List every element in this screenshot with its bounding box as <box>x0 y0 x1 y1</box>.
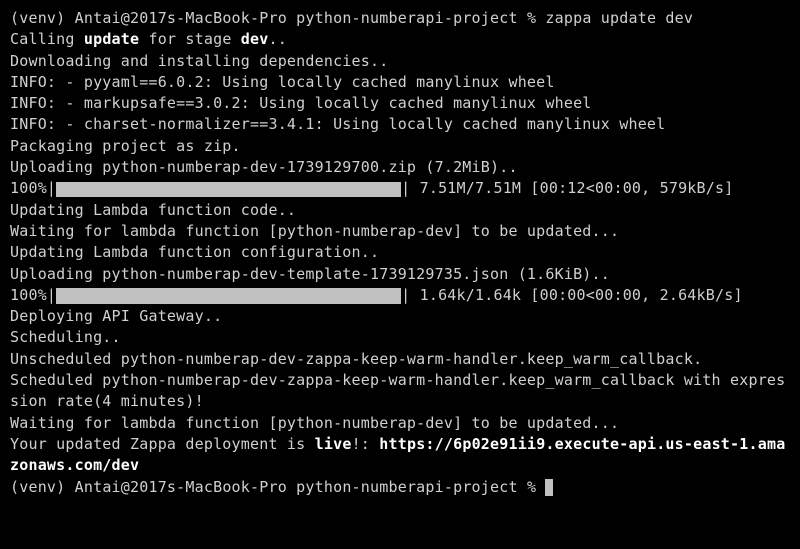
prompt-line-2[interactable]: (venv) Antai@2017s-MacBook-Pro python-nu… <box>10 477 790 498</box>
waiting-lambda-2: Waiting for lambda function [python-numb… <box>10 413 790 434</box>
progress2-stats: | 1.64k/1.64k [00:00<00:00, 2.64kB/s] <box>401 286 743 304</box>
info-pyyaml: INFO: - pyyaml==6.0.2: Using locally cac… <box>10 72 790 93</box>
calling-update: update <box>84 30 139 48</box>
deploying-line: Deploying API Gateway.. <box>10 306 790 327</box>
progress2-pct: 100%| <box>10 286 56 304</box>
prompt-sep: % <box>527 9 536 27</box>
progress1-bar <box>56 182 401 198</box>
info-charset-normalizer: INFO: - charset-normalizer==3.4.1: Using… <box>10 114 790 135</box>
progress1-pct: 100%| <box>10 179 56 197</box>
calling-stage: dev <box>241 30 269 48</box>
final-prefix: Your updated Zappa deployment is <box>10 435 315 453</box>
final-exclaim: !: <box>352 435 380 453</box>
cursor <box>545 479 553 496</box>
cwd: python-numberapi-project <box>296 9 518 27</box>
progress-bar-1: 100%| | 7.51M/7.51M [00:12<00:00, 579kB/s… <box>10 178 790 199</box>
waiting-lambda-1: Waiting for lambda function [python-numb… <box>10 221 790 242</box>
command-text: zappa update dev <box>545 9 693 27</box>
calling-suffix: .. <box>269 30 287 48</box>
final-line: Your updated Zappa deployment is live!: … <box>10 434 790 477</box>
venv-indicator: (venv) <box>10 478 65 496</box>
prompt-line-1[interactable]: (venv) Antai@2017s-MacBook-Pro python-nu… <box>10 8 790 29</box>
updating-lambda-conf: Updating Lambda function configuration.. <box>10 242 790 263</box>
scheduled-line: Scheduled python-numberap-dev-zappa-keep… <box>10 370 790 413</box>
calling-prefix: Calling <box>10 30 84 48</box>
info-markupsafe: INFO: - markupsafe==3.0.2: Using locally… <box>10 93 790 114</box>
final-live: live <box>315 435 352 453</box>
progress2-bar <box>56 288 401 304</box>
downloading-line: Downloading and installing dependencies.… <box>10 51 790 72</box>
packaging-line: Packaging project as zip. <box>10 136 790 157</box>
cwd: python-numberapi-project <box>296 478 518 496</box>
venv-indicator: (venv) <box>10 9 65 27</box>
unscheduled-line: Unscheduled python-numberap-dev-zappa-ke… <box>10 349 790 370</box>
user-host: Antai@2017s-MacBook-Pro <box>75 9 287 27</box>
user-host: Antai@2017s-MacBook-Pro <box>75 478 287 496</box>
progress-bar-2: 100%| | 1.64k/1.64k [00:00<00:00, 2.64kB/… <box>10 285 790 306</box>
calling-mid: for stage <box>139 30 241 48</box>
prompt-sep: % <box>527 478 536 496</box>
uploading-zip-line: Uploading python-numberap-dev-1739129700… <box>10 157 790 178</box>
updating-lambda-code: Updating Lambda function code.. <box>10 200 790 221</box>
calling-line: Calling update for stage dev.. <box>10 29 790 50</box>
uploading-template-line: Uploading python-numberap-dev-template-1… <box>10 264 790 285</box>
progress1-stats: | 7.51M/7.51M [00:12<00:00, 579kB/s] <box>401 179 733 197</box>
scheduling-line: Scheduling.. <box>10 327 790 348</box>
